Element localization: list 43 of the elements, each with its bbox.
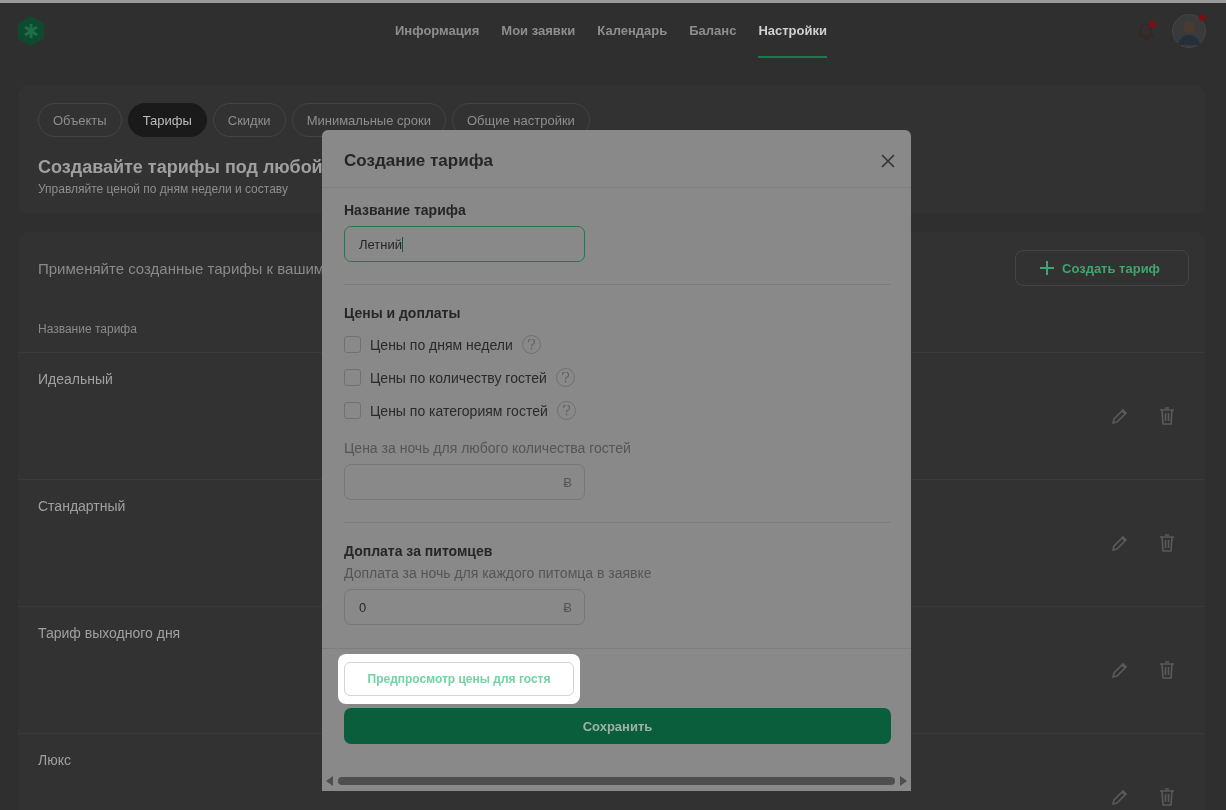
checkbox-label: Цены по количеству гостей	[370, 369, 547, 386]
tab[interactable]: Тарифы	[127, 103, 207, 137]
tariff-name: Стандартный	[38, 498, 126, 516]
field-value: Летний	[359, 236, 402, 252]
dialog-title: Создание тарифа	[344, 150, 493, 171]
scroll-left-icon[interactable]	[326, 776, 334, 786]
pencil-icon[interactable]	[1111, 407, 1129, 425]
field-label: Название тарифа	[344, 202, 467, 218]
trash-icon[interactable]	[1159, 534, 1175, 552]
logo-icon[interactable]	[16, 14, 46, 47]
tariff-name: Люкс	[38, 752, 71, 770]
checkbox[interactable]	[344, 336, 361, 353]
trash-icon[interactable]	[1159, 661, 1175, 679]
field-value: 0	[359, 599, 367, 615]
trash-icon[interactable]	[1159, 788, 1175, 806]
tariff-name-field[interactable]: Летний	[344, 226, 585, 262]
nav-link[interactable]: Информация	[395, 3, 480, 58]
section-title: Создавайте тарифы под любой	[38, 157, 323, 178]
save-button[interactable]: Сохранить	[344, 708, 891, 744]
tariff-name: Тариф выходного дня	[38, 625, 181, 643]
create-tariff-button[interactable]: Создать тариф	[1015, 250, 1189, 286]
section-heading: Цены и доплаты	[344, 305, 462, 321]
pencil-icon[interactable]	[1111, 788, 1129, 806]
scroll-right-icon[interactable]	[899, 776, 907, 786]
plus-icon	[1040, 261, 1054, 275]
checkbox-label: Цены по категориям гостей	[370, 402, 548, 419]
checkbox[interactable]	[344, 369, 361, 386]
bell-icon[interactable]	[1136, 20, 1156, 41]
tariff-name: Идеальный	[38, 371, 113, 389]
checkbox[interactable]	[344, 402, 361, 419]
pencil-icon[interactable]	[1111, 661, 1129, 679]
close-icon[interactable]	[881, 153, 895, 168]
nav-link[interactable]: Настройки	[758, 3, 827, 58]
nav-link[interactable]: Баланс	[689, 3, 737, 58]
avatar[interactable]	[1172, 13, 1206, 48]
pencil-icon[interactable]	[1111, 534, 1129, 552]
section-subtitle: Управляйте ценой по дням недели и составу	[38, 182, 288, 196]
checkbox-label: Цены по дням недели	[370, 336, 513, 353]
section-heading: Доплата за питомцев	[344, 543, 494, 559]
nav-link[interactable]: Календарь	[597, 3, 668, 58]
scrollbar-thumb[interactable]	[338, 777, 895, 785]
nav-link[interactable]: Мои заявки	[501, 3, 576, 58]
trash-icon[interactable]	[1159, 407, 1175, 425]
